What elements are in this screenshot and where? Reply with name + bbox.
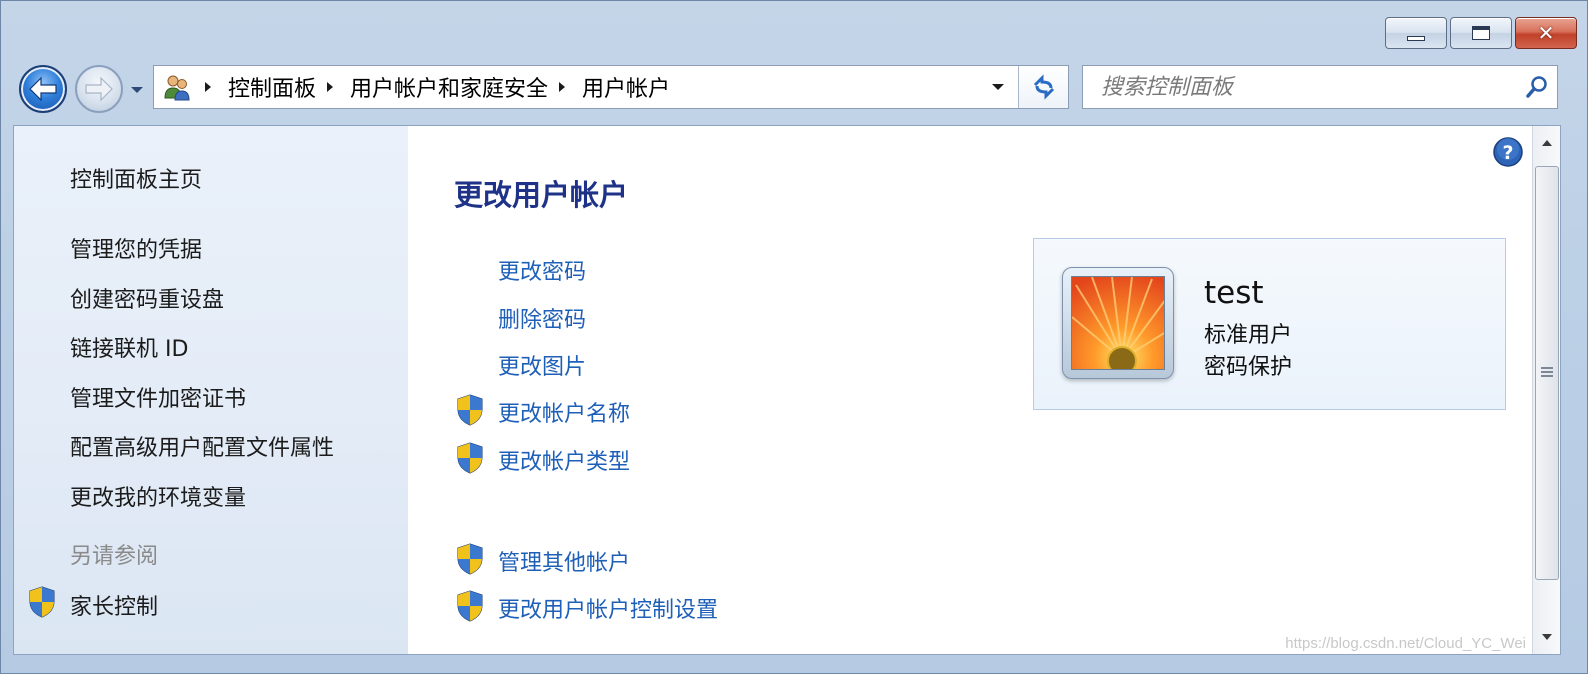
close-button[interactable]: ✕ (1515, 17, 1577, 49)
uac-shield-icon (457, 442, 483, 474)
sidebar-item-parental-controls[interactable]: 家长控制 (70, 589, 158, 621)
change-picture-link[interactable]: 更改图片 (498, 349, 586, 381)
back-arrow-icon (29, 76, 57, 102)
breadcrumb-user-accounts[interactable]: 用户帐户 (582, 71, 670, 103)
sidebar-item-environment-variables[interactable]: 更改我的环境变量 (70, 480, 246, 512)
breadcrumb-user-accounts-family[interactable]: 用户帐户和家庭安全 (350, 71, 548, 103)
remove-password-link[interactable]: 删除密码 (498, 302, 586, 334)
chevron-down-icon (992, 84, 1004, 90)
watermark: https://blog.csdn.net/Cloud_YC_Wei (1285, 635, 1526, 652)
caption-buttons: ✕ (1385, 17, 1577, 49)
change-account-type-link[interactable]: 更改帐户类型 (498, 444, 630, 476)
minimize-button[interactable] (1385, 17, 1447, 49)
help-icon[interactable]: ? (1492, 136, 1524, 168)
breadcrumb-separator-icon[interactable] (326, 81, 336, 93)
account-picture[interactable] (1062, 267, 1174, 379)
breadcrumb-separator-icon[interactable] (204, 81, 214, 93)
sidebar-item-manage-credentials[interactable]: 管理您的凭据 (70, 232, 202, 264)
breadcrumb-separator-icon[interactable] (558, 81, 568, 93)
back-button[interactable] (19, 65, 67, 113)
refresh-button[interactable] (1018, 66, 1068, 108)
forward-button[interactable] (75, 65, 123, 113)
uac-shield-icon (457, 590, 483, 622)
sidebar-item-profile-properties[interactable]: 配置高级用户配置文件属性 (70, 430, 334, 462)
search-input[interactable] (1083, 66, 1517, 108)
window-frame: ✕ 控制面板 用户帐户和家庭安全 用户帐户 搜索控制面板 控制面板主页 管理您的… (0, 0, 1588, 674)
content-area: 控制面板主页 管理您的凭据 创建密码重设盘 链接联机 ID 管理文件加密证书 配… (13, 125, 1561, 655)
page-title: 更改用户帐户 (454, 178, 629, 212)
sidebar-item-link-online-id[interactable]: 链接联机 ID (70, 331, 188, 363)
chevron-down-icon (1542, 634, 1552, 640)
sidebar-item-create-reset-disk[interactable]: 创建密码重设盘 (70, 282, 224, 314)
breadcrumb-control-panel[interactable]: 控制面板 (228, 71, 316, 103)
recent-pages-dropdown[interactable] (129, 85, 145, 95)
scroll-down-button[interactable] (1533, 620, 1560, 654)
scroll-up-button[interactable] (1533, 126, 1560, 160)
uac-shield-icon (457, 394, 483, 426)
left-task-pane: 控制面板主页 管理您的凭据 创建密码重设盘 链接联机 ID 管理文件加密证书 配… (14, 126, 408, 654)
address-history-dropdown[interactable] (978, 66, 1018, 108)
account-password-status: 密码保护 (1204, 355, 1293, 380)
users-icon (160, 70, 194, 104)
sidebar-control-panel-home[interactable]: 控制面板主页 (70, 162, 202, 194)
account-card: test 标准用户 密码保护 (1033, 238, 1506, 410)
uac-shield-icon (457, 543, 483, 575)
svg-text:?: ? (1502, 142, 1513, 164)
sidebar-item-encryption-certificates[interactable]: 管理文件加密证书 (70, 381, 246, 413)
chevron-up-icon (1542, 140, 1552, 146)
main-pane: 更改用户帐户 更改密码 删除密码 更改图片 更改帐户名称 更改帐户类型 管理其他… (408, 126, 1532, 654)
chevron-down-icon (131, 87, 143, 93)
see-also-heading: 另请参阅 (70, 544, 159, 569)
uac-settings-link[interactable]: 更改用户帐户控制设置 (498, 592, 718, 624)
search-box[interactable] (1082, 65, 1558, 109)
minimize-icon (1407, 35, 1425, 41)
uac-shield-icon (29, 586, 55, 618)
change-password-link[interactable]: 更改密码 (498, 254, 586, 286)
forward-arrow-icon (85, 76, 113, 102)
account-name: test (1204, 275, 1264, 311)
search-icon[interactable] (1517, 67, 1557, 107)
maximize-button[interactable] (1450, 17, 1512, 49)
maximize-icon (1472, 26, 1490, 40)
scroll-thumb[interactable] (1535, 166, 1559, 580)
grip-icon (1541, 367, 1553, 379)
close-icon: ✕ (1537, 21, 1555, 45)
account-type: 标准用户 (1204, 323, 1293, 348)
address-bar[interactable]: 控制面板 用户帐户和家庭安全 用户帐户 (153, 65, 1069, 109)
refresh-icon (1033, 74, 1054, 100)
change-account-name-link[interactable]: 更改帐户名称 (498, 396, 630, 428)
manage-other-accounts-link[interactable]: 管理其他帐户 (498, 545, 630, 577)
vertical-scrollbar[interactable] (1532, 126, 1560, 654)
flower-picture-icon (1071, 276, 1165, 370)
